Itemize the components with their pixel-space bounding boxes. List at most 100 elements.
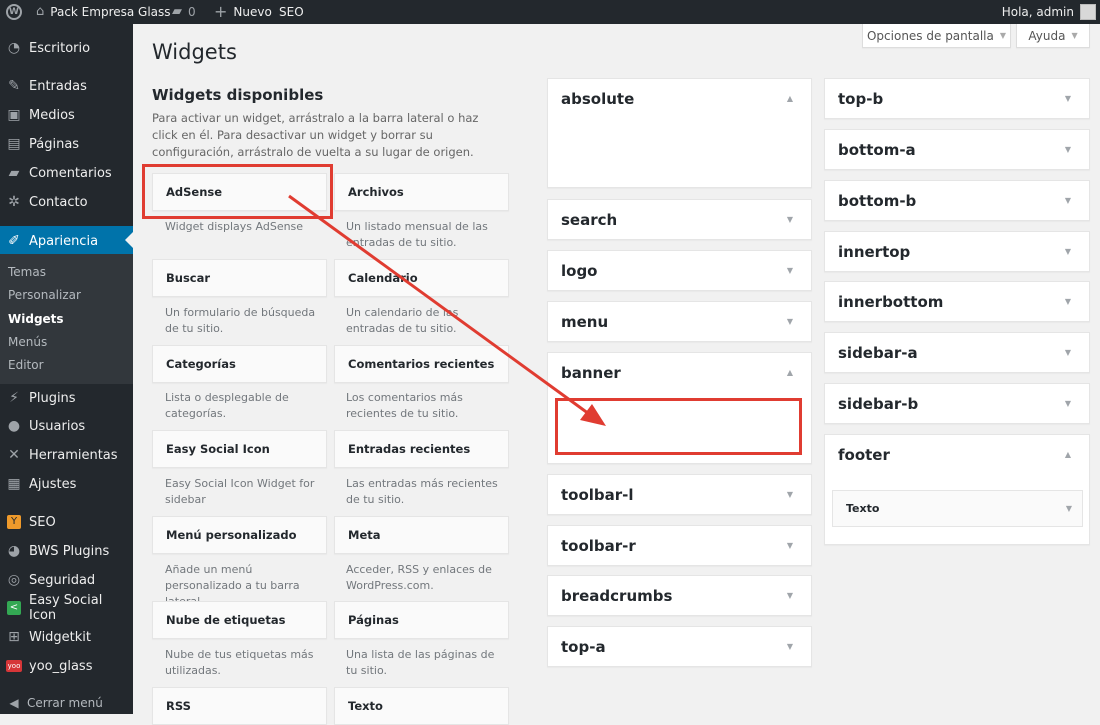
menu-label: Seguridad bbox=[29, 572, 96, 588]
sidebar-area-innerbottom[interactable]: innerbottom ▼ bbox=[824, 281, 1090, 322]
sidebar-area-top-b[interactable]: top-b ▼ bbox=[824, 78, 1090, 119]
caret-down-icon: ▼ bbox=[1071, 31, 1078, 40]
sidebar-area-menu[interactable]: menu ▼ bbox=[547, 301, 812, 342]
expand-arrow-icon[interactable]: ▼ bbox=[1065, 232, 1071, 272]
sidebar-area-absolute[interactable]: absolute ▲ bbox=[547, 78, 812, 188]
widget-menu-personalizado[interactable]: Menú personalizado bbox=[152, 516, 327, 554]
widget-categorias[interactable]: Categorías bbox=[152, 345, 327, 383]
widget-description: Nube de tus etiquetas más utilizadas. bbox=[165, 648, 314, 677]
expand-arrow-icon[interactable]: ▼ bbox=[1065, 333, 1071, 373]
screen-options-button[interactable]: Opciones de pantalla ▼ bbox=[862, 24, 1011, 48]
collapse-arrow-icon[interactable]: ▲ bbox=[1065, 435, 1071, 475]
settings-icon: ▦ bbox=[7, 476, 21, 492]
expand-arrow-icon[interactable]: ▼ bbox=[1065, 384, 1071, 424]
submenu-editor[interactable]: Editor bbox=[8, 358, 44, 372]
widget-texto[interactable]: Texto bbox=[334, 687, 509, 725]
sidebar-area-sidebar-a[interactable]: sidebar-a ▼ bbox=[824, 332, 1090, 373]
menu-item-yoo-glass[interactable]: yoo yoo_glass bbox=[0, 652, 133, 680]
widget-title: RSS bbox=[166, 699, 191, 713]
expand-arrow-icon[interactable]: ▼ bbox=[1065, 181, 1071, 221]
menu-item-escritorio[interactable]: ◔ Escritorio bbox=[0, 34, 133, 62]
sidebar-area-innertop[interactable]: innertop ▼ bbox=[824, 231, 1090, 272]
widget-rss[interactable]: RSS bbox=[152, 687, 327, 725]
expand-arrow-icon[interactable]: ▼ bbox=[1065, 282, 1071, 322]
area-title: toolbar-r bbox=[561, 537, 636, 555]
menu-item-plugins[interactable]: ⚡ Plugins bbox=[0, 384, 133, 412]
menu-item-seguridad[interactable]: ◎ Seguridad bbox=[0, 566, 133, 594]
menu-item-contacto[interactable]: ✲ Contacto bbox=[0, 188, 133, 216]
menu-label: Páginas bbox=[29, 136, 80, 152]
expand-arrow-icon[interactable]: ▼ bbox=[1066, 491, 1072, 526]
submenu-temas[interactable]: Temas bbox=[8, 265, 46, 279]
menu-item-seo[interactable]: Y SEO bbox=[0, 508, 133, 536]
sidebar-area-search[interactable]: search ▼ bbox=[547, 199, 812, 240]
menu-item-paginas[interactable]: ▤ Páginas bbox=[0, 130, 133, 158]
menu-item-bws-plugins[interactable]: ◕ BWS Plugins bbox=[0, 537, 133, 565]
widget-meta[interactable]: Meta bbox=[334, 516, 509, 554]
highlight-box-banner-drop-zone bbox=[555, 398, 802, 455]
collapse-arrow-icon[interactable]: ▲ bbox=[787, 353, 793, 393]
widget-comentarios-recientes[interactable]: Comentarios recientes bbox=[334, 345, 509, 383]
widget-description: Widget displays AdSense bbox=[165, 220, 304, 233]
widget-nube-de-etiquetas[interactable]: Nube de etiquetas bbox=[152, 601, 327, 639]
expand-arrow-icon[interactable]: ▼ bbox=[787, 475, 793, 515]
menu-label: yoo_glass bbox=[29, 658, 93, 674]
menu-item-comentarios[interactable]: ▰ Comentarios bbox=[0, 159, 133, 187]
shield-icon: ◎ bbox=[7, 572, 21, 588]
expand-arrow-icon[interactable]: ▼ bbox=[1065, 79, 1071, 119]
widget-paginas[interactable]: Páginas bbox=[334, 601, 509, 639]
submenu-widgets[interactable]: Widgets bbox=[8, 312, 64, 326]
sidebar-area-bottom-a[interactable]: bottom-a ▼ bbox=[824, 129, 1090, 170]
expand-arrow-icon[interactable]: ▼ bbox=[787, 576, 793, 616]
widget-description: Una lista de las páginas de tu sitio. bbox=[346, 648, 495, 677]
expand-arrow-icon[interactable]: ▼ bbox=[1065, 130, 1071, 170]
menu-item-easy-social-icon[interactable]: < Easy Social Icon bbox=[0, 593, 133, 623]
expand-arrow-icon[interactable]: ▼ bbox=[787, 526, 793, 566]
comments-link[interactable]: ▰ 0 bbox=[172, 0, 196, 24]
sidebar-area-logo[interactable]: logo ▼ bbox=[547, 250, 812, 291]
sidebar-area-toolbar-l[interactable]: toolbar-l ▼ bbox=[547, 474, 812, 515]
menu-item-herramientas[interactable]: ✕ Herramientas bbox=[0, 441, 133, 469]
menu-item-entradas[interactable]: ✎ Entradas bbox=[0, 72, 133, 100]
plugin-icon: ⚡ bbox=[9, 390, 19, 406]
sidebar-area-footer[interactable]: footer ▲ Texto ▼ bbox=[824, 434, 1090, 545]
expand-arrow-icon[interactable]: ▼ bbox=[787, 251, 793, 291]
widget-title: Meta bbox=[348, 528, 381, 542]
sidebar-area-bottom-b[interactable]: bottom-b ▼ bbox=[824, 180, 1090, 221]
menu-item-usuarios[interactable]: ● Usuarios bbox=[0, 412, 133, 440]
help-label: Ayuda bbox=[1028, 28, 1066, 43]
submenu-personalizar[interactable]: Personalizar bbox=[8, 288, 81, 302]
widget-calendario[interactable]: Calendario bbox=[334, 259, 509, 297]
area-title: toolbar-l bbox=[561, 486, 634, 504]
sidebar-area-breadcrumbs[interactable]: breadcrumbs ▼ bbox=[547, 575, 812, 616]
menu-item-apariencia[interactable]: ✐ Apariencia bbox=[0, 226, 133, 256]
site-name-link[interactable]: ⌂ Pack Empresa Glass bbox=[36, 0, 171, 24]
collapse-arrow-icon[interactable]: ▲ bbox=[787, 79, 793, 119]
widget-archivos[interactable]: Archivos bbox=[334, 173, 509, 211]
widget-description: Un listado mensual de las entradas de tu… bbox=[346, 220, 488, 249]
widget-entradas-recientes[interactable]: Entradas recientes bbox=[334, 430, 509, 468]
expand-arrow-icon[interactable]: ▼ bbox=[787, 302, 793, 342]
menu-item-widgetkit[interactable]: ⊞ Widgetkit bbox=[0, 623, 133, 651]
submenu-menus[interactable]: Menús bbox=[8, 335, 47, 349]
my-account-link[interactable]: Hola, admin bbox=[1002, 0, 1096, 24]
widget-easy-social-icon[interactable]: Easy Social Icon bbox=[152, 430, 327, 468]
menu-item-ajustes[interactable]: ▦ Ajustes bbox=[0, 470, 133, 498]
widget-description: Los comentarios más recientes de tu siti… bbox=[346, 391, 463, 420]
help-button[interactable]: Ayuda ▼ bbox=[1016, 24, 1090, 48]
menu-item-medios[interactable]: ▣ Medios bbox=[0, 101, 133, 129]
seo-link[interactable]: SEO bbox=[279, 0, 304, 24]
sidebar-area-toolbar-r[interactable]: toolbar-r ▼ bbox=[547, 525, 812, 566]
sidebar-area-sidebar-b[interactable]: sidebar-b ▼ bbox=[824, 383, 1090, 424]
area-title: sidebar-b bbox=[838, 395, 919, 413]
widget-buscar[interactable]: Buscar bbox=[152, 259, 327, 297]
comments-count: 0 bbox=[188, 5, 196, 19]
sidebar-area-top-a[interactable]: top-a ▼ bbox=[547, 626, 812, 667]
footer-widget-texto[interactable]: Texto ▼ bbox=[832, 490, 1083, 527]
comment-bubble-icon: ▰ bbox=[172, 4, 182, 19]
collapse-menu-button[interactable]: ◀ Cerrar menú bbox=[0, 689, 133, 717]
expand-arrow-icon[interactable]: ▼ bbox=[787, 627, 793, 667]
expand-arrow-icon[interactable]: ▼ bbox=[787, 200, 793, 240]
wordpress-logo-icon[interactable]: W bbox=[6, 0, 22, 24]
new-content-link[interactable]: + Nuevo bbox=[214, 0, 272, 24]
